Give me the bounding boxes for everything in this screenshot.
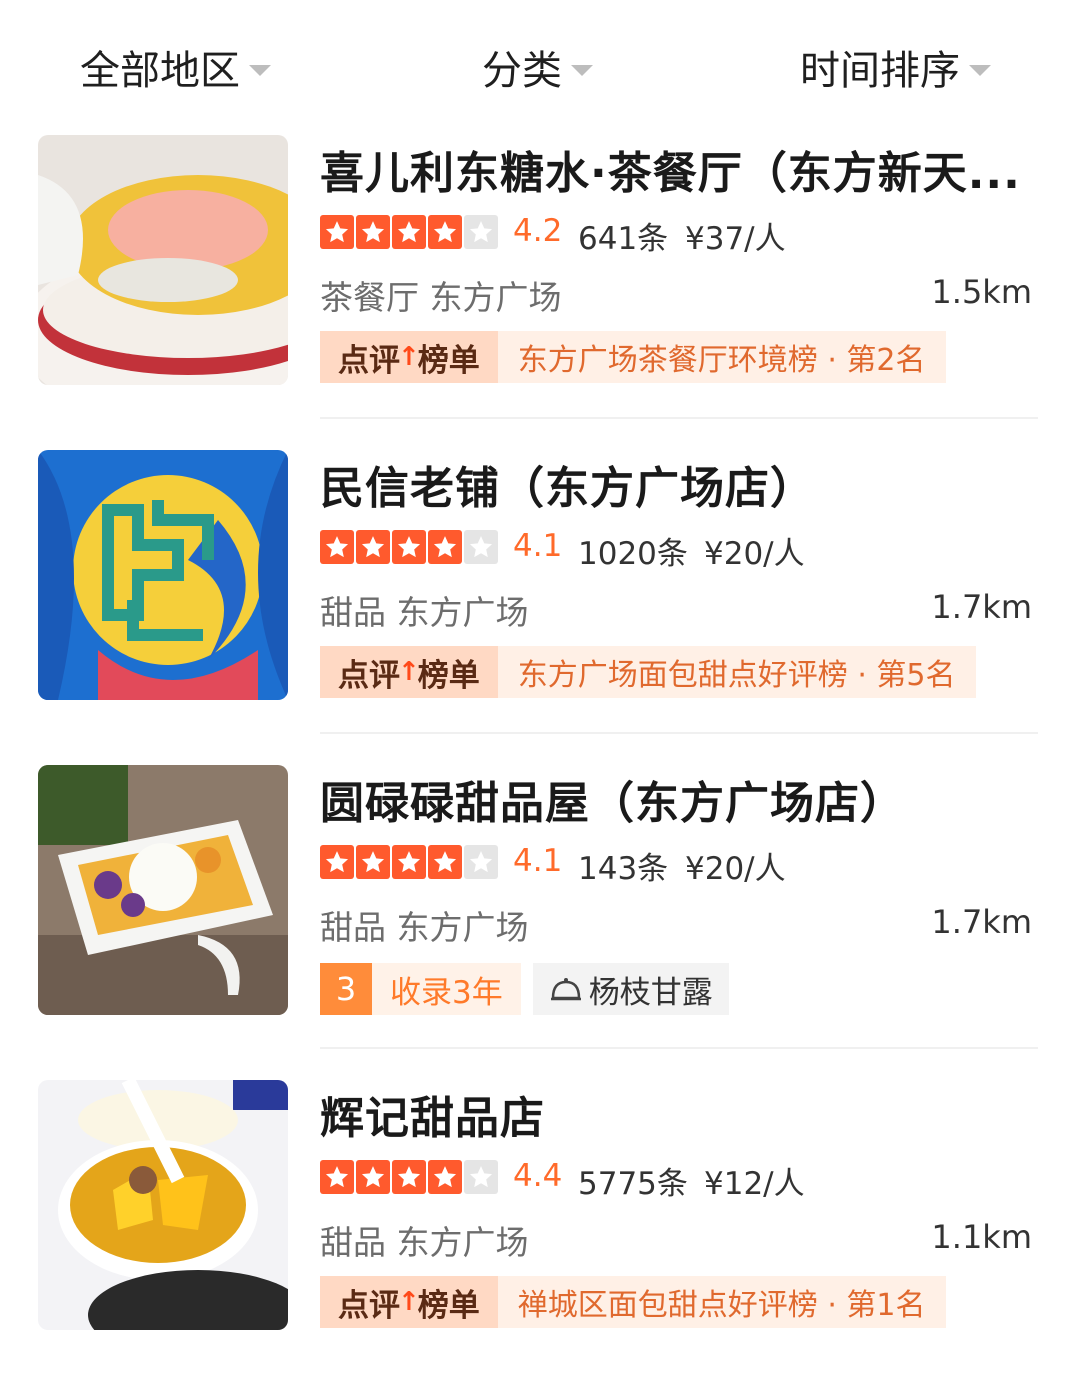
rating-score: 4.4 — [513, 1158, 563, 1194]
ranking-tag: 点评 ↑ 榜单 — [320, 331, 498, 383]
review-count: 5775条 — [578, 1166, 688, 1202]
ranking-badge[interactable]: 点评 ↑ 榜单 禅城区面包甜点好评榜 · 第1名 — [320, 1276, 946, 1328]
arrow-up-icon: ↑ — [398, 657, 420, 687]
shop-category: 甜品 东方广场 — [320, 1223, 529, 1262]
star-icon — [428, 530, 462, 564]
divider — [320, 417, 1038, 419]
years-label: 收录3年 — [390, 974, 503, 1011]
filter-sort[interactable]: 时间排序 — [800, 38, 991, 96]
chevron-down-icon — [571, 64, 593, 76]
star-icon — [392, 530, 426, 564]
avg-price: ¥12/人 — [704, 1166, 805, 1202]
filter-category-label: 分类 — [482, 48, 562, 94]
star-icon — [320, 1160, 354, 1194]
ranking-tag-left: 点评 — [338, 657, 400, 694]
shop-category: 甜品 东方广场 — [320, 908, 529, 947]
shop-photo — [38, 1080, 288, 1330]
star-icon — [392, 845, 426, 879]
star-icon — [356, 215, 390, 249]
arrow-up-icon: ↑ — [398, 1287, 420, 1317]
years-number: 3 — [320, 963, 372, 1015]
star-icon — [320, 530, 354, 564]
star-icon — [428, 845, 462, 879]
shop-distance: 1.5km — [931, 273, 1032, 311]
arrow-up-icon: ↑ — [398, 342, 420, 372]
ranking-tag-right: 榜单 — [417, 342, 480, 379]
review-count: 1020条 — [578, 536, 688, 572]
ranking-text: 东方广场面包甜点好评榜 · 第5名 — [497, 646, 976, 698]
shop-name: 圆碌碌甜品屋（东方广场店） — [320, 778, 905, 829]
star-icon — [464, 845, 498, 879]
shop-category: 甜品 东方广场 — [320, 593, 529, 632]
star-rating — [320, 215, 498, 249]
star-icon — [356, 1160, 390, 1194]
divider — [320, 732, 1038, 734]
shop-card[interactable]: 民信老铺（东方广场店） 4.1 1020条 ¥20/人 甜品 东方广场 1.7k… — [0, 450, 1076, 765]
star-icon — [356, 845, 390, 879]
shop-name: 辉记甜品店 — [320, 1093, 545, 1144]
star-icon — [464, 530, 498, 564]
star-icon — [356, 530, 390, 564]
ranking-text: 禅城区面包甜点好评榜 · 第1名 — [497, 1276, 946, 1328]
star-icon — [428, 1160, 462, 1194]
shop-distance: 1.7km — [931, 903, 1032, 941]
shop-card[interactable]: 辉记甜品店 4.4 5775条 ¥12/人 甜品 东方广场 1.1km 点评 ↑ 榜… — [0, 1080, 1076, 1395]
recommended-dish-tag[interactable]: 杨枝甘露 — [532, 963, 729, 1015]
rating-score: 4.1 — [513, 528, 563, 564]
ranking-tag-left: 点评 — [338, 1287, 400, 1324]
shop-photo — [38, 765, 288, 1015]
badge-row: 3 收录3年 杨枝甘露 — [320, 963, 729, 1015]
ranking-tag-right: 榜单 — [417, 1287, 480, 1324]
shop-name: 民信老铺（东方广场店） — [320, 463, 815, 514]
filter-sort-label: 时间排序 — [800, 48, 960, 94]
ranking-tag-right: 榜单 — [417, 657, 480, 694]
cloche-icon — [550, 978, 581, 1001]
review-count: 641条 — [578, 221, 669, 257]
shop-card[interactable]: 喜儿利东糖水·茶餐厅（东方新天... 4.2 641条 ¥37/人 茶餐厅 东方… — [0, 135, 1076, 450]
star-icon — [320, 215, 354, 249]
avg-price: ¥37/人 — [685, 221, 786, 257]
filter-region[interactable]: 全部地区 — [80, 38, 271, 96]
avg-price: ¥20/人 — [685, 851, 786, 887]
shop-distance: 1.1km — [931, 1218, 1032, 1256]
shop-distance: 1.7km — [931, 588, 1032, 626]
star-icon — [392, 1160, 426, 1194]
review-count: 143条 — [578, 851, 669, 887]
chevron-down-icon — [969, 64, 991, 76]
star-icon — [428, 215, 462, 249]
shop-photo — [38, 135, 288, 385]
ranking-badge[interactable]: 点评 ↑ 榜单 东方广场面包甜点好评榜 · 第5名 — [320, 646, 976, 698]
filter-region-label: 全部地区 — [80, 48, 240, 94]
ranking-text: 东方广场茶餐厅环境榜 · 第2名 — [497, 331, 946, 383]
avg-price: ¥20/人 — [704, 536, 805, 572]
divider — [320, 1047, 1038, 1049]
chevron-down-icon — [249, 64, 271, 76]
shop-category: 茶餐厅 东方广场 — [320, 278, 562, 317]
star-icon — [320, 845, 354, 879]
star-icon — [464, 1160, 498, 1194]
ranking-tag-left: 点评 — [338, 342, 400, 379]
dish-name: 杨枝甘露 — [588, 974, 713, 1011]
star-icon — [392, 215, 426, 249]
shop-card[interactable]: 圆碌碌甜品屋（东方广场店） 4.1 143条 ¥20/人 甜品 东方广场 1.7… — [0, 765, 1076, 1080]
rating-score: 4.1 — [513, 843, 563, 879]
ranking-tag: 点评 ↑ 榜单 — [320, 1276, 498, 1328]
years-listed-badge[interactable]: 3 收录3年 — [320, 963, 521, 1015]
star-rating — [320, 1160, 498, 1194]
star-rating — [320, 530, 498, 564]
star-icon — [464, 215, 498, 249]
star-rating — [320, 845, 498, 879]
filter-bar: 全部地区 分类 时间排序 — [0, 0, 1076, 118]
ranking-badge[interactable]: 点评 ↑ 榜单 东方广场茶餐厅环境榜 · 第2名 — [320, 331, 946, 383]
shop-name: 喜儿利东糖水·茶餐厅（东方新天... — [320, 148, 1021, 199]
shop-photo — [38, 450, 288, 700]
rating-score: 4.2 — [513, 213, 563, 249]
filter-category[interactable]: 分类 — [482, 38, 593, 96]
ranking-tag: 点评 ↑ 榜单 — [320, 646, 498, 698]
